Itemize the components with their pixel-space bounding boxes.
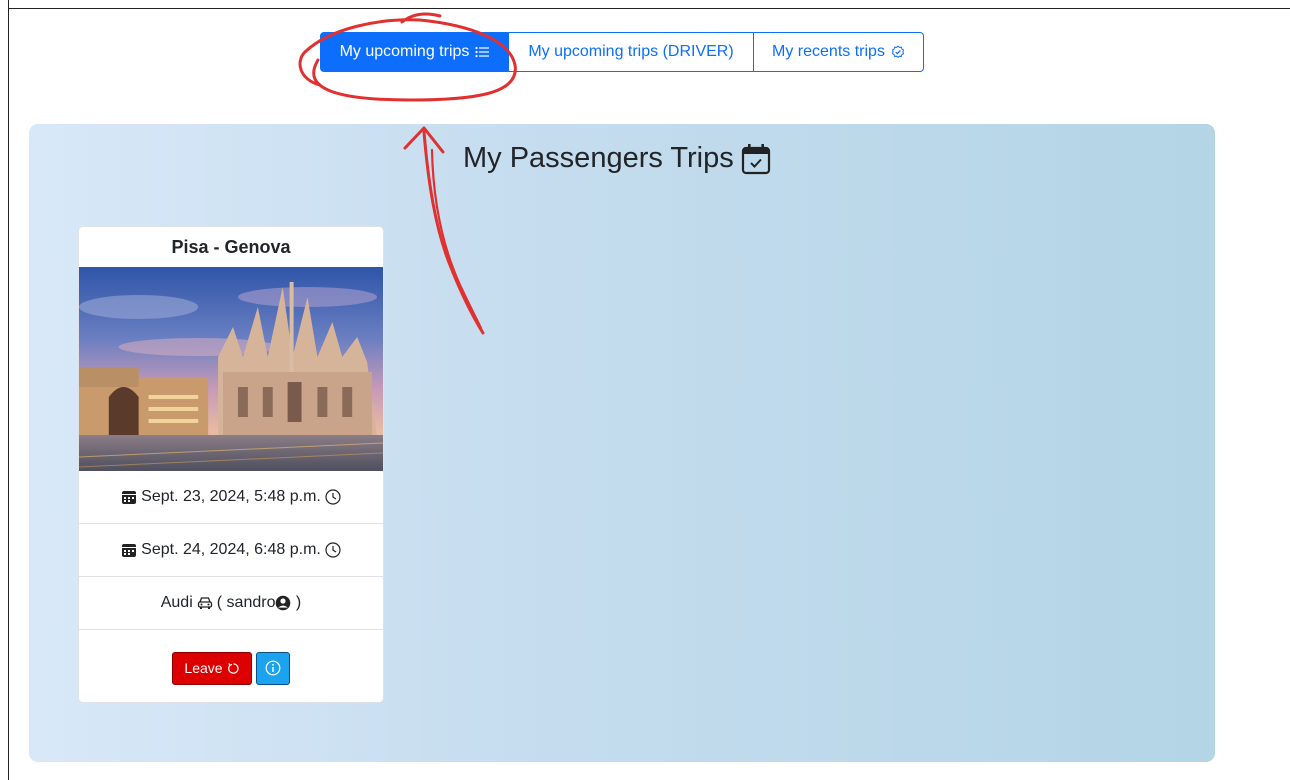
tab-recent-trips[interactable]: My recents trips [754, 32, 924, 72]
departure-datetime-row: Sept. 23, 2024, 5:48 p.m. [79, 471, 383, 524]
info-icon [265, 660, 281, 676]
car-name: Audi [160, 594, 193, 611]
arrival-datetime: Sept. 24, 2024, 6:48 p.m. [141, 541, 321, 558]
tab-upcoming-trips[interactable]: My upcoming trips [320, 32, 509, 72]
page-title: My Passengers Trips [463, 142, 771, 175]
rotate-icon [227, 662, 240, 675]
clock-icon [325, 542, 341, 558]
leave-button-label: Leave [184, 660, 223, 676]
car-driver-row: Audi ( sandro ) [79, 577, 383, 630]
trip-destination-image [79, 267, 383, 471]
window-border-top [8, 8, 1290, 9]
tab-upcoming-trips-driver[interactable]: My upcoming trips (DRIVER) [509, 32, 754, 72]
car-icon [197, 596, 213, 610]
trip-actions: Leave [79, 630, 383, 702]
trips-tab-group: My upcoming trips My upcoming trips (DRI… [320, 32, 924, 72]
trip-route-title: Pisa - Genova [79, 227, 383, 267]
leave-button[interactable]: Leave [172, 651, 252, 685]
calendar-icon [121, 489, 137, 505]
trip-card: Pisa - Genova Sept. 23, 2024, 5:48 p.m. … [78, 226, 384, 703]
calendar-icon [121, 542, 137, 558]
arrival-datetime-row: Sept. 24, 2024, 6:48 p.m. [79, 524, 383, 577]
calendar-check-icon [741, 143, 771, 175]
window-border-left [8, 0, 9, 780]
clock-icon [325, 489, 341, 505]
tab-upcoming-trips-driver-label: My upcoming trips (DRIVER) [528, 43, 734, 60]
check-circle-icon [891, 45, 905, 59]
tab-recent-trips-label: My recents trips [772, 43, 885, 60]
trip-route-label: Pisa - Genova [171, 236, 291, 257]
user-circle-icon [275, 595, 291, 611]
info-button[interactable] [256, 651, 290, 685]
tab-upcoming-trips-label: My upcoming trips [339, 43, 470, 60]
list-icon [475, 46, 490, 58]
driver-close-paren: ) [291, 594, 302, 611]
page-title-text: My Passengers Trips [463, 142, 734, 174]
driver-name: ( sandro [216, 594, 276, 611]
departure-datetime: Sept. 23, 2024, 5:48 p.m. [141, 488, 321, 505]
